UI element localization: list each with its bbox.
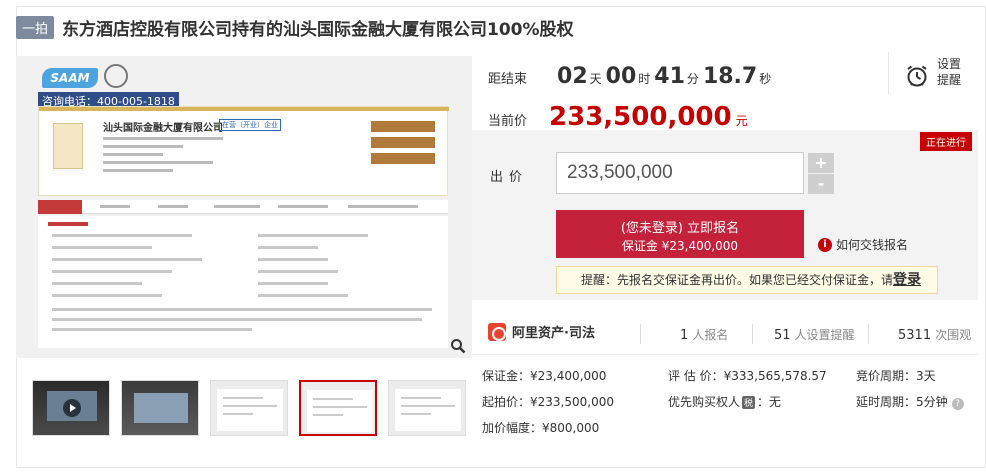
- document-info: [38, 216, 448, 348]
- views-count: 5311 次围观: [898, 328, 972, 343]
- set-reminder-label: 设置提醒: [937, 57, 962, 87]
- countdown-minutes: 41: [654, 64, 685, 89]
- auction-round-tag: 一拍: [16, 15, 55, 39]
- title-row: 一拍 东方酒店控股有限公司持有的汕头国际金融大厦有限公司100%股权: [16, 14, 574, 40]
- bid-increment: 加价幅度：¥800,000: [482, 421, 600, 435]
- enroll-deposit-label: 保证金 ¥23,400,000: [621, 239, 739, 253]
- thumbnail-document-active[interactable]: [299, 380, 377, 436]
- document-tabs: [38, 200, 448, 214]
- play-icon: [63, 399, 81, 417]
- countdown-seconds: 18.7: [702, 64, 758, 89]
- stats-row: 阿里资产·司法 1 人报名 51 人设置提醒 5311 次围观: [472, 310, 978, 354]
- priority-buyer: 优先购买权人税：无: [668, 395, 782, 409]
- current-price: 当前价 233,500,000 元: [488, 102, 748, 132]
- auction-title: 东方酒店控股有限公司持有的汕头国际金融大厦有限公司100%股权: [62, 19, 574, 40]
- set-reminder-button[interactable]: 设置提醒: [888, 52, 986, 94]
- ali-assets-icon: [488, 322, 506, 341]
- delay-cycle: 延时周期：5分钟?: [856, 393, 964, 410]
- company-card: 汕头国际金融大厦有限公司 在营（开业）企业: [38, 106, 449, 196]
- reminder-count: 51 人设置提醒: [774, 328, 855, 343]
- current-price-label: 当前价: [488, 114, 528, 129]
- enroll-button[interactable]: (您未登录) 立即报名 保证金 ¥23,400,000: [556, 210, 804, 258]
- saam-logo: SAAM: [42, 68, 98, 88]
- info-icon: i: [818, 237, 832, 252]
- main-image[interactable]: SAAM 咨询电话：400-005-1818 汕头国际金融大厦有限公司 在营（开…: [16, 56, 472, 358]
- starting-price: 起拍价：¥233,500,000: [482, 395, 614, 409]
- help-icon[interactable]: ?: [951, 398, 964, 410]
- notice-text: 提醒：先报名交保证金再出价。如果您已经交付保证金，请: [581, 273, 894, 287]
- countdown-hours: 00: [605, 64, 637, 89]
- countdown-label: 距结束: [488, 72, 528, 87]
- status-badge: 正在进行: [920, 132, 972, 151]
- bid-amount-input[interactable]: 233,500,000: [556, 152, 804, 194]
- countdown: 距结束 02 天 00 时 41 分 18.7 秒: [488, 64, 772, 89]
- how-to-pay-link[interactable]: i 如何交钱报名: [818, 236, 908, 253]
- ali-assets-logo[interactable]: 阿里资产·司法: [488, 322, 595, 341]
- thumbnail-video[interactable]: [32, 380, 110, 436]
- certificate-icon: [53, 123, 83, 169]
- login-link[interactable]: 登录: [893, 272, 921, 288]
- thumbnail-strip: [32, 380, 466, 436]
- company-name: 汕头国际金融大厦有限公司: [103, 123, 223, 134]
- auction-details: 保证金：¥23,400,000 评 估 价：¥333,565,578.57 竞价…: [472, 354, 978, 440]
- enroll-button-label: (您未登录) 立即报名: [620, 221, 740, 236]
- current-price-unit: 元: [735, 114, 748, 128]
- tax-badge: 税: [742, 396, 756, 409]
- login-notice: 提醒：先报名交保证金再出价。如果您已经交付保证金，请登录: [556, 266, 938, 294]
- current-price-value: 233,500,000: [549, 102, 732, 132]
- bid-label: 出价: [490, 170, 529, 185]
- alarm-clock-icon: [907, 65, 927, 87]
- thumbnail-document[interactable]: [388, 380, 466, 436]
- seal-icon: [104, 64, 128, 88]
- bid-decrease-button[interactable]: -: [808, 174, 834, 194]
- deposit: 保证金：¥23,400,000: [482, 369, 607, 383]
- countdown-days: 02: [557, 64, 588, 89]
- thumbnail-document[interactable]: [210, 380, 288, 436]
- thumbnail-photo[interactable]: [121, 380, 199, 436]
- how-to-pay-label: 如何交钱报名: [836, 238, 909, 252]
- appraisal-price: 评 估 价：¥333,565,578.57: [668, 369, 827, 383]
- company-status-tag: 在营（开业）企业: [219, 119, 281, 131]
- bid-increase-button[interactable]: +: [808, 153, 834, 173]
- zoom-icon[interactable]: [450, 338, 466, 354]
- enrolled-count: 1 人报名: [680, 328, 729, 343]
- bidding-cycle: 竞价周期：3天: [856, 369, 936, 383]
